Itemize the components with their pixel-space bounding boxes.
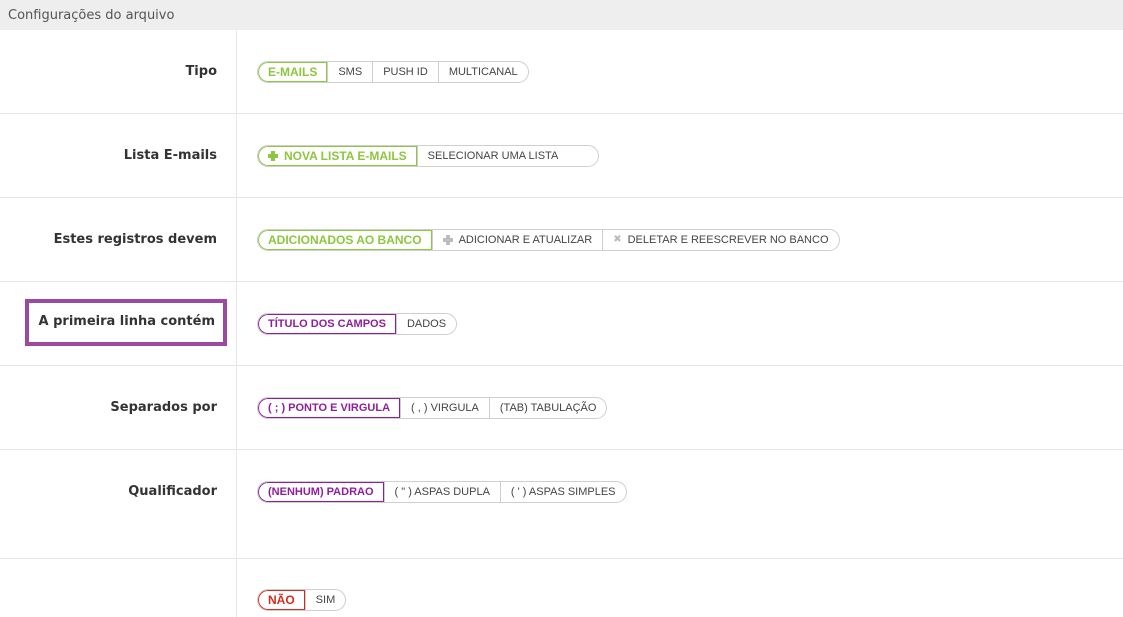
ponto-virgula-option[interactable]: ( ; ) PONTO E VIRGULA — [258, 398, 400, 418]
qualificador-toggle-group: (NENHUM) PADRAO ( " ) ASPAS DUPLA ( ' ) … — [257, 481, 627, 503]
separados-toggle-group: ( ; ) PONTO E VIRGULA ( , ) VIRGULA (TAB… — [257, 397, 608, 419]
dados-option[interactable]: DADOS — [395, 314, 456, 334]
virgula-option[interactable]: ( , ) VIRGULA — [400, 398, 489, 418]
titulo-campos-option[interactable]: TÍTULO DOS CAMPOS — [258, 314, 396, 334]
lista-emails-label: Lista E-mails — [123, 148, 217, 163]
tipo-option-push-id[interactable]: PUSH ID — [372, 62, 438, 82]
primeira-linha-controls: TÍTULO DOS CAMPOS DADOS — [237, 282, 1123, 365]
registros-controls: ADICIONADOS AO BANCO ADICIONAR E ATUALIZ… — [237, 198, 1123, 281]
row-label: Qualificador — [0, 450, 237, 558]
nova-lista-button[interactable]: NOVA LISTA E-MAILS — [258, 146, 417, 166]
row-separados: Separados por ( ; ) PONTO E VIRGULA ( , … — [0, 366, 1123, 450]
deletar-reescrever-label: DELETAR E REESCREVER NO BANCO — [627, 234, 829, 246]
selecionar-lista-button[interactable]: SELECIONAR UMA LISTA — [416, 146, 599, 166]
tipo-option-multicanal[interactable]: MULTICANAL — [437, 62, 528, 82]
adicionar-atualizar-label: ADICIONAR E ATUALIZAR — [458, 234, 593, 246]
tipo-controls: E-MAILS SMS PUSH ID MULTICANAL — [237, 30, 1123, 113]
qualificador-controls: (NENHUM) PADRAO ( " ) ASPAS DUPLA ( ' ) … — [237, 450, 1123, 558]
primeira-linha-label: A primeira linha contém — [24, 299, 227, 346]
plus-icon — [442, 235, 453, 245]
row-tipo: Tipo E-MAILS SMS PUSH ID MULTICANAL — [0, 30, 1123, 114]
aspas-dupla-option[interactable]: ( " ) ASPAS DUPLA — [383, 482, 500, 502]
row-lista-emails: Lista E-mails NOVA LISTA E-MAILS SELECIO… — [0, 114, 1123, 198]
section-header: Configurações do arquivo — [0, 0, 1123, 30]
lista-toggle-group: NOVA LISTA E-MAILS SELECIONAR UMA LISTA — [257, 145, 600, 167]
row-registros: Estes registros devem ADICIONADOS AO BAN… — [0, 198, 1123, 282]
row-label: Estes registros devem — [0, 198, 237, 281]
qualificador-label: Qualificador — [128, 484, 217, 499]
row-label: Lista E-mails — [0, 114, 237, 197]
row-label: Separados por — [0, 366, 237, 449]
row-label: Tipo — [0, 30, 237, 113]
tipo-toggle-group: E-MAILS SMS PUSH ID MULTICANAL — [257, 61, 529, 83]
nao-sim-controls: NÃO SIM — [237, 559, 1123, 617]
separados-label: Separados por — [110, 400, 217, 415]
sim-option[interactable]: SIM — [304, 590, 346, 610]
row-qualificador: Qualificador (NENHUM) PADRAO ( " ) ASPAS… — [0, 450, 1123, 559]
adicionados-option[interactable]: ADICIONADOS AO BANCO — [258, 230, 432, 250]
nova-lista-label: NOVA LISTA E-MAILS — [284, 149, 407, 163]
lista-controls: NOVA LISTA E-MAILS SELECIONAR UMA LISTA — [237, 114, 1123, 197]
nenhum-padrao-option[interactable]: (NENHUM) PADRAO — [258, 482, 384, 502]
nao-sim-toggle-group: NÃO SIM — [257, 589, 347, 611]
deletar-reescrever-option[interactable]: ✖ DELETAR E REESCREVER NO BANCO — [602, 230, 838, 250]
separados-controls: ( ; ) PONTO E VIRGULA ( , ) VIRGULA (TAB… — [237, 366, 1123, 449]
tipo-option-emails[interactable]: E-MAILS — [258, 62, 327, 82]
tipo-option-sms[interactable]: SMS — [327, 62, 372, 82]
nao-option[interactable]: NÃO — [258, 590, 305, 610]
row-label — [0, 559, 237, 617]
section-title: Configurações do arquivo — [8, 8, 175, 23]
aspas-simples-option[interactable]: ( ' ) ASPAS SIMPLES — [499, 482, 626, 502]
close-icon: ✖ — [613, 234, 622, 245]
tabulacao-option[interactable]: (TAB) TABULAÇÃO — [488, 398, 607, 418]
registros-label: Estes registros devem — [53, 232, 217, 247]
adicionar-atualizar-option[interactable]: ADICIONAR E ATUALIZAR — [431, 230, 603, 250]
row-nao-sim: NÃO SIM — [0, 559, 1123, 617]
row-primeira-linha: A primeira linha contém TÍTULO DOS CAMPO… — [0, 282, 1123, 366]
registros-toggle-group: ADICIONADOS AO BANCO ADICIONAR E ATUALIZ… — [257, 229, 840, 251]
plus-icon — [268, 151, 278, 161]
primeira-linha-toggle-group: TÍTULO DOS CAMPOS DADOS — [257, 313, 458, 335]
tipo-label: Tipo — [185, 64, 217, 79]
row-label: A primeira linha contém — [0, 282, 237, 365]
